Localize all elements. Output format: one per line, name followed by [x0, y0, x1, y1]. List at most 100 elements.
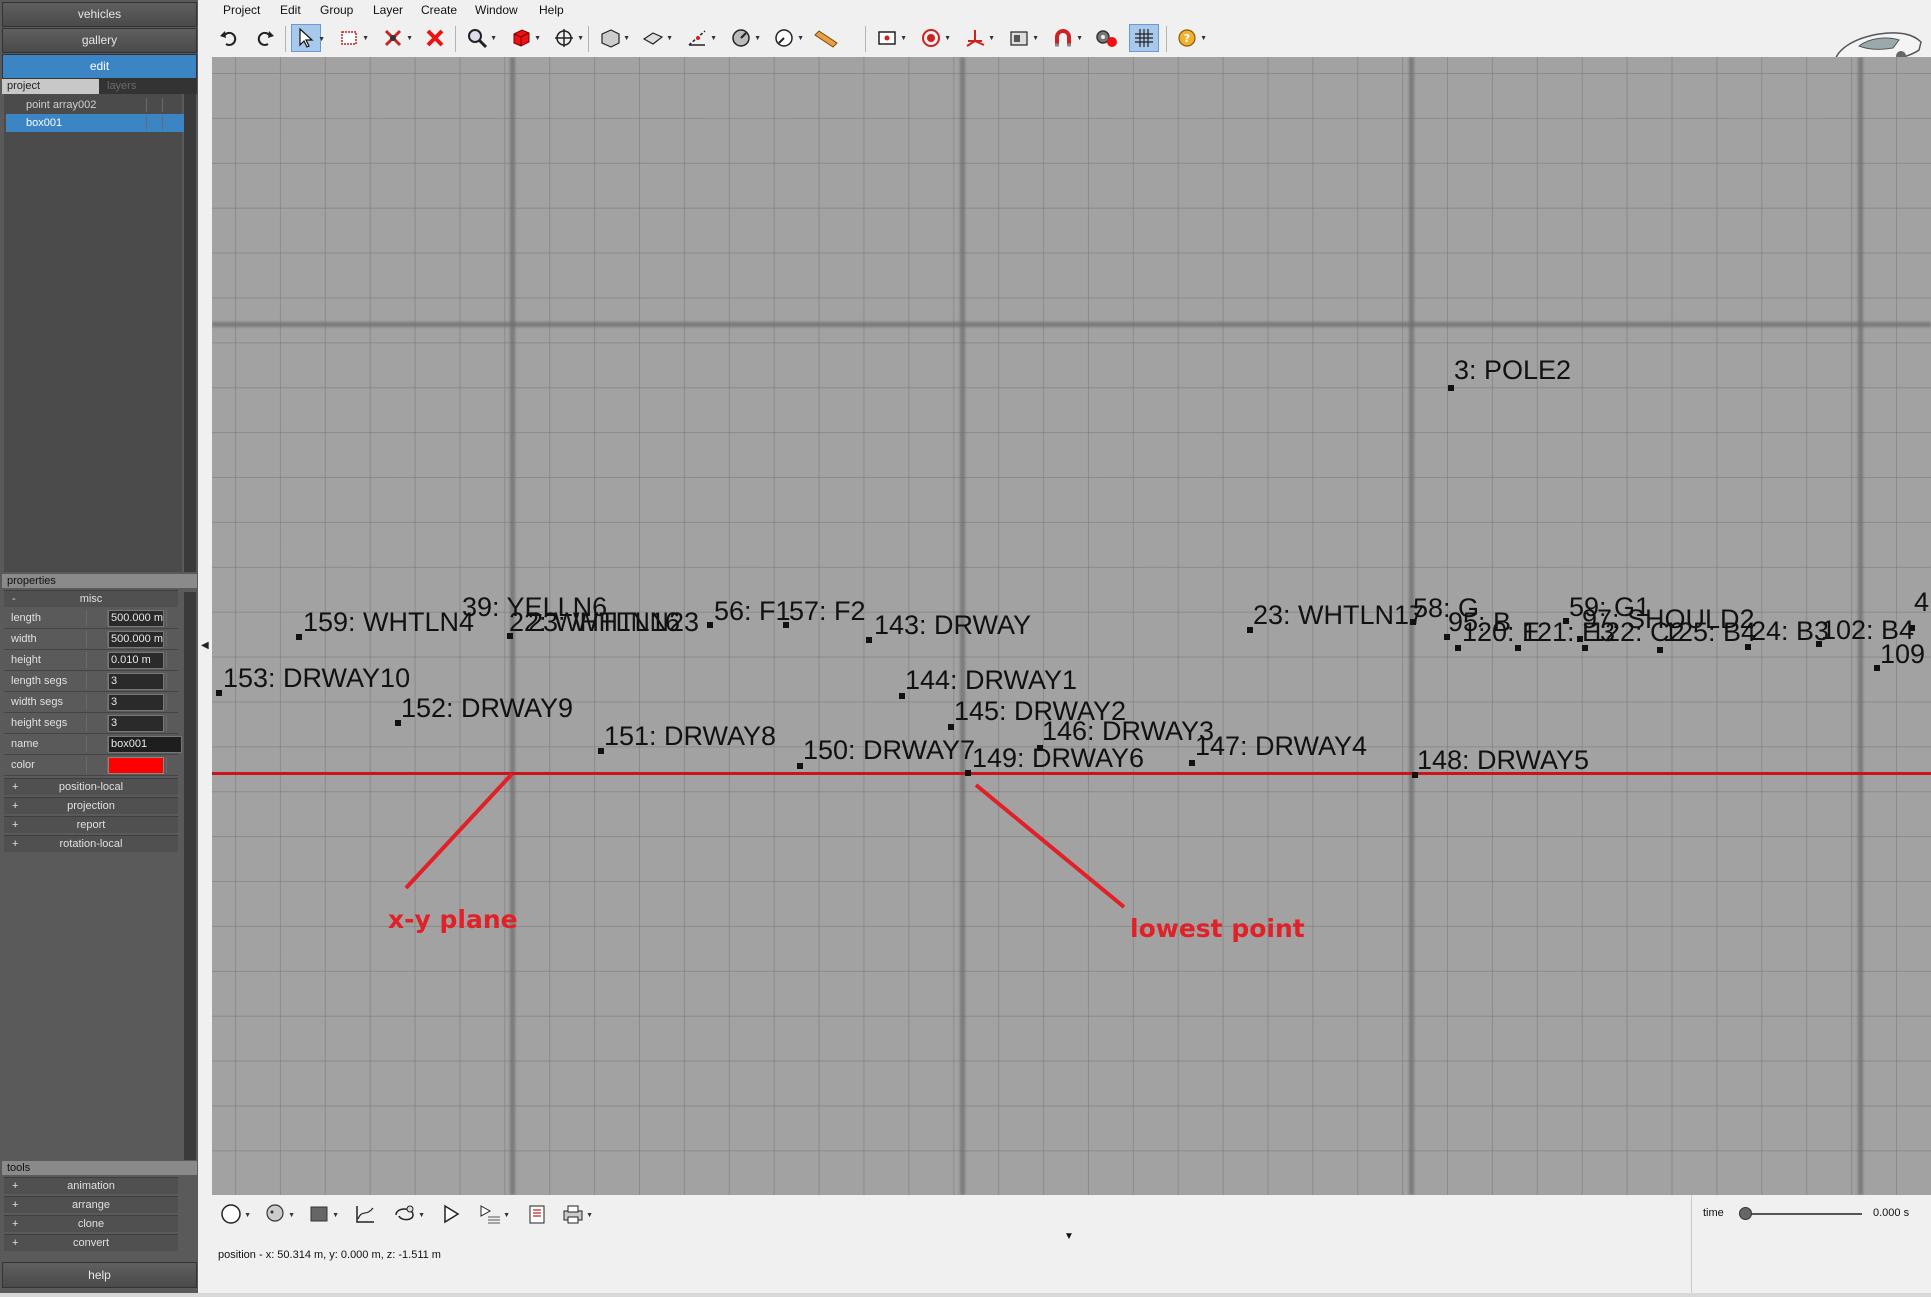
magnet-icon[interactable]: ▼ [1048, 24, 1083, 52]
redo-icon[interactable] [250, 24, 280, 52]
tool-clone[interactable]: + clone [4, 1215, 178, 1232]
menu-group[interactable]: Group [320, 3, 353, 17]
expand-down-icon[interactable]: ▼ [1064, 1231, 1074, 1242]
lock-cell[interactable] [162, 116, 174, 130]
time-slider-track[interactable] [1744, 1213, 1862, 1215]
target-icon[interactable]: ▼ [916, 24, 951, 52]
prop-length-segs-label: length segs [11, 675, 68, 687]
axes-icon[interactable]: ▼ [960, 24, 995, 52]
head-icon[interactable]: ▼ [258, 1200, 295, 1228]
help-icon[interactable]: ? ▼ [1172, 24, 1207, 52]
prop-height-segs-field[interactable]: 3 [108, 715, 164, 732]
prop-width-segs-field[interactable]: 3 [108, 694, 164, 711]
misc-group-row[interactable]: - misc [4, 590, 178, 607]
menu-help[interactable]: Help [539, 3, 564, 17]
zoom-icon[interactable]: ▼ [462, 24, 497, 52]
toolbar-separator [1166, 26, 1167, 52]
project-item-box001[interactable]: box001 [6, 114, 186, 132]
graph-icon[interactable] [348, 1200, 382, 1228]
prop-width-field[interactable]: 500.000 m [108, 631, 164, 648]
time-slider-handle[interactable] [1739, 1207, 1752, 1220]
gauge-icon[interactable]: ▼ [769, 24, 804, 52]
expand-toggle[interactable]: + [12, 836, 18, 852]
path-icon[interactable]: ▼ [388, 1200, 425, 1228]
group-position-local[interactable]: + position-local [4, 778, 178, 795]
nav-gallery-button[interactable]: gallery [2, 28, 197, 53]
menu-edit[interactable]: Edit [280, 3, 301, 17]
prop-lock-cell [86, 757, 108, 773]
prop-lock-cell [86, 736, 108, 752]
group-rotation-local[interactable]: + rotation-local [4, 835, 178, 852]
sphere-icon[interactable]: ▼ [214, 1200, 251, 1228]
grid-icon[interactable] [1129, 24, 1159, 52]
plane-icon[interactable]: ▼ [638, 24, 673, 52]
menu-window[interactable]: Window [475, 3, 518, 17]
menu-project[interactable]: Project [223, 3, 260, 17]
project-list-scrollbar[interactable] [184, 94, 196, 572]
prop-width-row: width 500.000 m [4, 629, 178, 650]
report-icon[interactable] [520, 1200, 554, 1228]
compass-icon[interactable]: ▼ [726, 24, 761, 52]
undo-icon[interactable] [214, 24, 244, 52]
visibility-cell[interactable] [146, 98, 158, 112]
group-report[interactable]: + report [4, 816, 178, 833]
print-icon[interactable]: ▼ [556, 1200, 593, 1228]
prop-name-field[interactable]: box001 [108, 736, 182, 753]
panel-collapse-icon[interactable]: ◀ [201, 640, 209, 651]
cube-icon[interactable]: ▼ [506, 24, 541, 52]
time-panel-divider [1691, 1195, 1692, 1295]
ruler-icon[interactable] [811, 24, 841, 52]
annotation-lines [404, 772, 1126, 909]
tool-arrange[interactable]: + arrange [4, 1196, 178, 1213]
expand-toggle[interactable]: + [12, 1216, 18, 1232]
select-box-icon[interactable]: ▼ [334, 24, 369, 52]
select-arrow-icon[interactable]: ▼ [291, 24, 325, 52]
measure-icon[interactable]: ▼ [682, 24, 717, 52]
menu-layer[interactable]: Layer [373, 3, 403, 17]
color-swatch[interactable] [108, 757, 164, 774]
play-icon[interactable] [434, 1200, 468, 1228]
expand-toggle[interactable]: + [12, 817, 18, 833]
settings-icon[interactable] [1091, 24, 1121, 52]
tool-animation[interactable]: + animation [4, 1177, 178, 1194]
3d-viewport[interactable]: 3: POLE2 39: YELLN6 22: WHTLN16 56: F1 5… [212, 57, 1931, 1195]
prop-height-field[interactable]: 0.010 m [108, 652, 164, 669]
properties-scrollbar[interactable] [184, 592, 196, 1160]
delete-x-icon[interactable] [420, 24, 450, 52]
expand-toggle[interactable]: + [12, 798, 18, 814]
tool-convert[interactable]: + convert [4, 1234, 178, 1251]
expand-toggle[interactable]: + [12, 1178, 18, 1194]
perspective-icon[interactable]: ▼ [595, 24, 630, 52]
prop-length-field[interactable]: 500.000 m [108, 610, 164, 627]
nav-vehicles-button[interactable]: vehicles [2, 2, 197, 27]
tab-layers[interactable]: layers [102, 79, 182, 94]
expand-toggle[interactable]: + [12, 1197, 18, 1213]
nav-edit-button[interactable]: edit [2, 54, 197, 79]
group-label: report [76, 819, 106, 831]
prop-height-segs-row: height segs 3 [4, 713, 178, 734]
collapse-toggle[interactable]: - [12, 591, 16, 607]
play-list-icon[interactable]: ▼ [473, 1200, 510, 1228]
lock-cell[interactable] [162, 98, 174, 112]
material-icon[interactable]: ▼ [302, 1200, 339, 1228]
expand-toggle[interactable]: + [12, 779, 18, 795]
tab-project[interactable]: project [2, 79, 99, 94]
snapshot-icon[interactable]: ▼ [1004, 24, 1039, 52]
visibility-cell[interactable] [146, 116, 158, 130]
menu-create[interactable]: Create [421, 3, 457, 17]
prop-tail-cell [166, 610, 176, 626]
prop-height-row: height 0.010 m [4, 650, 178, 671]
frame-icon[interactable]: ▼ [872, 24, 907, 52]
time-value: 0.000 s [1873, 1207, 1910, 1219]
expand-toggle[interactable]: + [12, 1235, 18, 1251]
project-item-point-array002[interactable]: point array002 [6, 96, 186, 114]
panel-tabs: project layers [2, 79, 197, 94]
group-projection[interactable]: + projection [4, 797, 178, 814]
move-icon[interactable]: ▼ [549, 24, 584, 52]
left-panel: vehicles gallery edit project layers poi… [0, 0, 198, 1297]
misc-group-label: misc [79, 593, 103, 605]
pin-icon[interactable]: ▼ [378, 24, 413, 52]
help-button[interactable]: help [2, 1262, 197, 1288]
prop-length-segs-field[interactable]: 3 [108, 673, 164, 690]
x-y-plane-annotation: x-y plane [388, 905, 518, 934]
